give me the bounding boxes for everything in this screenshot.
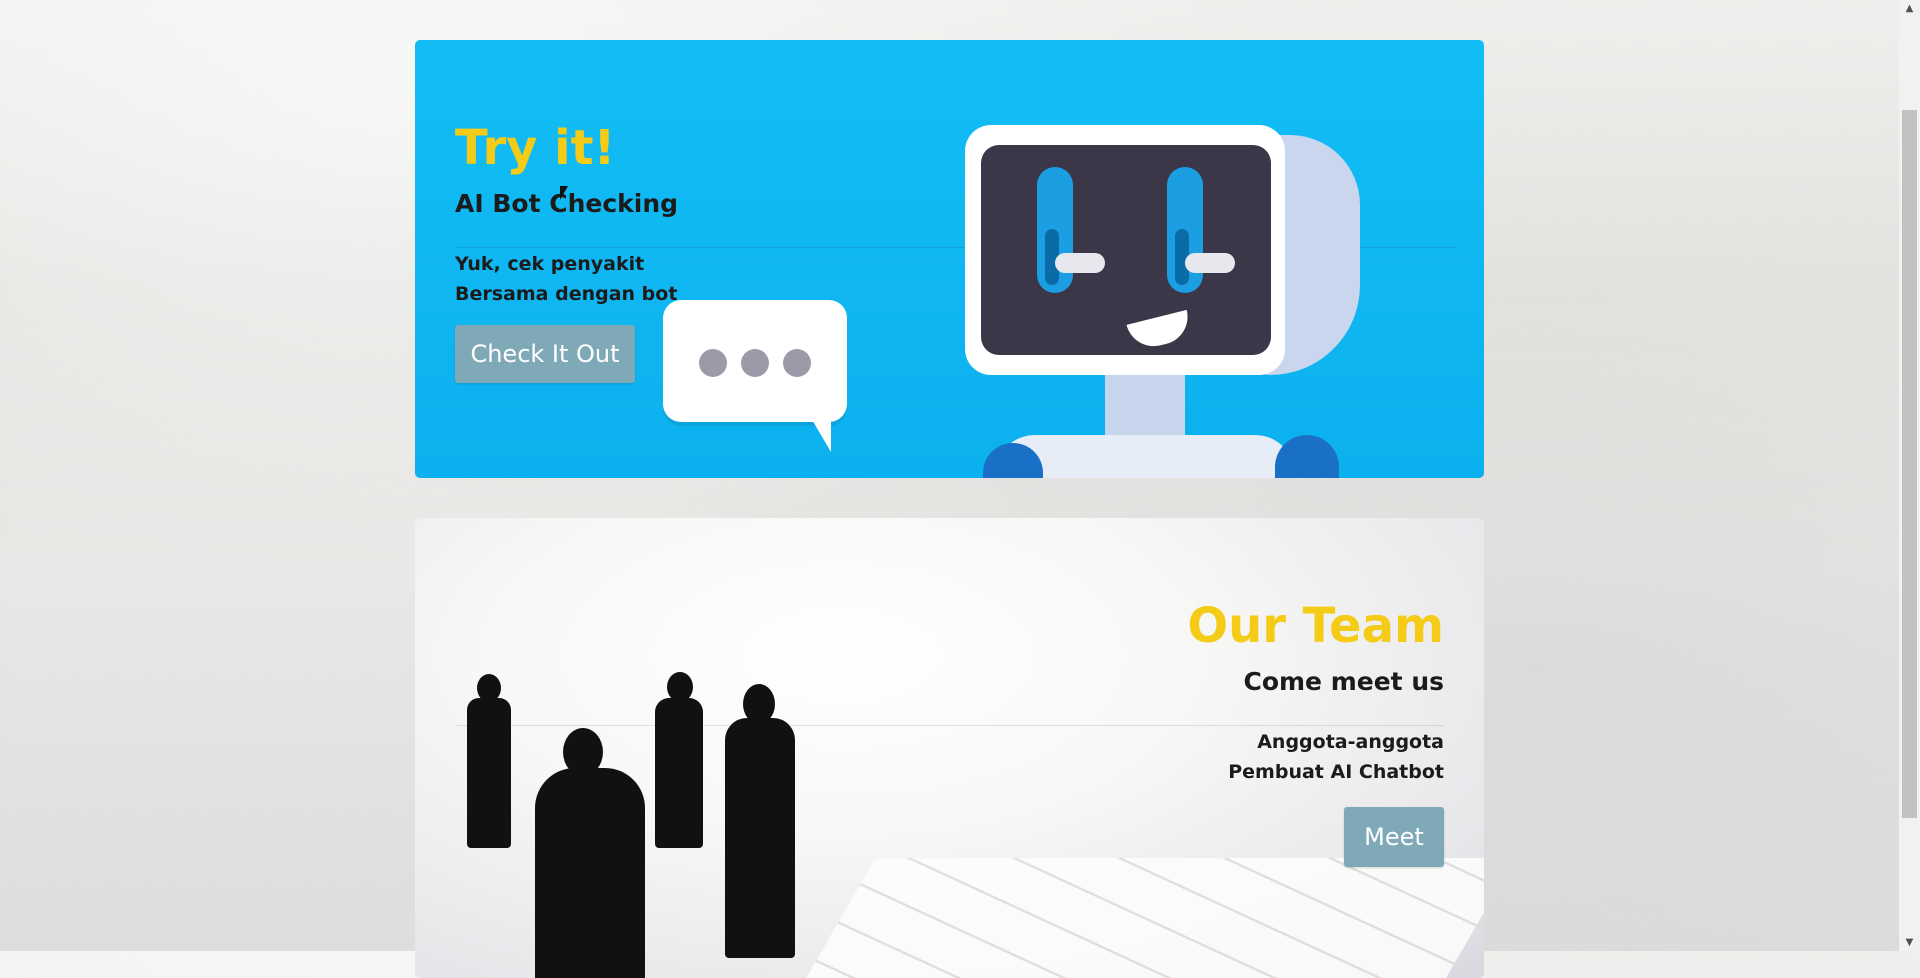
silhouette-person bbox=[655, 672, 703, 848]
try-it-title: Try it! bbox=[455, 120, 616, 176]
try-it-description: Yuk, cek penyakit Bersama dengan bot bbox=[455, 249, 695, 309]
robot-head bbox=[965, 125, 1285, 375]
our-team-subtitle: Come meet us bbox=[1243, 666, 1444, 696]
chat-bubble-illustration bbox=[663, 300, 847, 452]
robot-cheek bbox=[1055, 253, 1105, 273]
silhouette-person bbox=[725, 684, 795, 958]
mouse-cursor-icon bbox=[560, 186, 568, 200]
try-it-content: Try it! AI Bot Checking Yuk, cek penyaki… bbox=[455, 122, 695, 383]
team-silhouette-illustration bbox=[455, 658, 795, 978]
try-it-card: Try it! AI Bot Checking Yuk, cek penyaki… bbox=[415, 40, 1484, 478]
chat-dot bbox=[699, 349, 727, 377]
our-team-desc-line1: Anggota-anggota bbox=[1257, 730, 1444, 753]
robot-illustration bbox=[965, 125, 1405, 478]
meet-button[interactable]: Meet bbox=[1344, 806, 1444, 867]
our-team-content: Our Team Come meet us Anggota-anggota Pe… bbox=[1084, 600, 1444, 867]
vertical-scrollbar[interactable]: ▲ ▼ bbox=[1899, 0, 1920, 951]
try-it-subtitle: AI Bot Checking bbox=[455, 188, 679, 218]
robot-eye bbox=[1167, 167, 1203, 293]
page: Try it! AI Bot Checking Yuk, cek penyaki… bbox=[0, 0, 1899, 978]
robot-cheek bbox=[1185, 253, 1235, 273]
silhouette-person bbox=[535, 728, 645, 978]
scroll-down-arrow-icon[interactable]: ▼ bbox=[1899, 934, 1920, 951]
try-it-desc-line2: Bersama dengan bot bbox=[455, 282, 678, 305]
check-it-out-button[interactable]: Check It Out bbox=[455, 324, 635, 383]
robot-face bbox=[981, 145, 1271, 355]
silhouette-person bbox=[467, 674, 511, 848]
chat-dot bbox=[783, 349, 811, 377]
robot-eye bbox=[1037, 167, 1073, 293]
robot-mouth bbox=[1126, 309, 1194, 353]
chat-bubble-tail bbox=[811, 418, 831, 452]
our-team-title: Our Team bbox=[1187, 598, 1444, 654]
robot-shoulder bbox=[1275, 435, 1339, 478]
chat-dot bbox=[741, 349, 769, 377]
our-team-description: Anggota-anggota Pembuat AI Chatbot bbox=[1084, 727, 1444, 787]
puzzle-illustration bbox=[794, 858, 1484, 978]
scroll-thumb[interactable] bbox=[1902, 110, 1917, 818]
scroll-up-arrow-icon[interactable]: ▲ bbox=[1899, 0, 1920, 17]
our-team-card: Our Team Come meet us Anggota-anggota Pe… bbox=[415, 518, 1484, 978]
try-it-desc-line1: Yuk, cek penyakit bbox=[455, 252, 645, 275]
our-team-desc-line2: Pembuat AI Chatbot bbox=[1228, 760, 1444, 783]
